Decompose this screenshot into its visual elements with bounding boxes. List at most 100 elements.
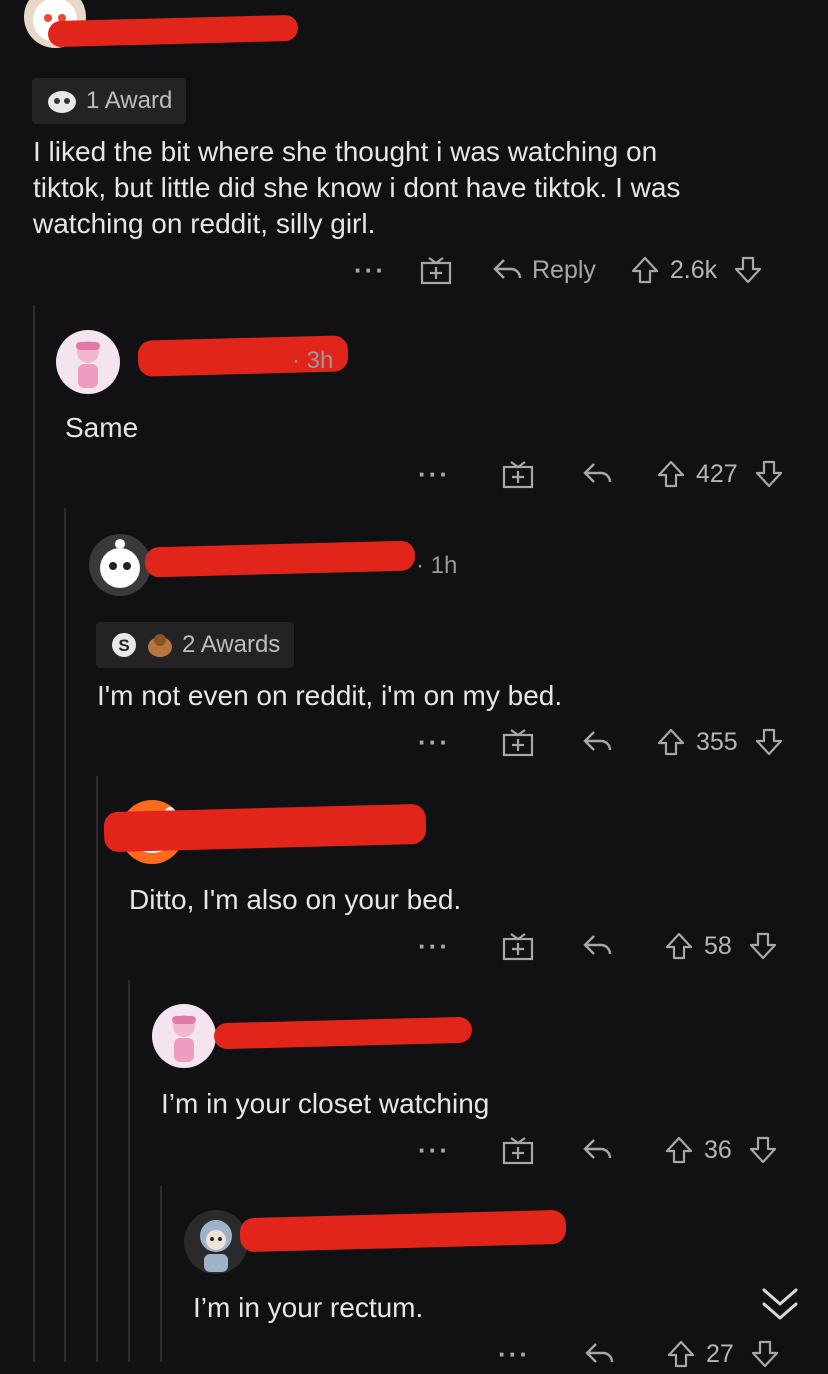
redacted-username [213, 1016, 473, 1050]
comment-body-line: tiktok, but little did she know i dont h… [33, 172, 681, 203]
comment-body-line: Same [65, 412, 139, 443]
reply-icon [493, 259, 522, 279]
reply-icon [583, 731, 612, 751]
upvote-button[interactable] [630, 255, 660, 285]
award-count: 2 Awards [182, 631, 281, 658]
downvote-button[interactable] [748, 931, 778, 961]
comment-body-line: watching on reddit, silly girl. [33, 208, 376, 239]
give-award-button[interactable] [502, 727, 534, 757]
more-options-button[interactable]: ··· [418, 1135, 450, 1166]
redacted-username [47, 14, 299, 48]
comment-body-line: I liked the bit where she thought i was … [33, 136, 658, 167]
more-options-button[interactable]: ··· [354, 255, 386, 286]
vote-score: 2.6k [669, 255, 718, 284]
upvote-icon [657, 728, 685, 756]
downvote-button[interactable] [748, 1135, 778, 1165]
give-award-icon [502, 933, 534, 961]
reply-button[interactable] [582, 1136, 614, 1164]
downvote-icon [751, 1340, 778, 1368]
vote-score: 427 [695, 459, 738, 488]
redacted-username [103, 803, 427, 853]
reply-button[interactable] [584, 1340, 616, 1368]
avatar[interactable] [184, 1210, 248, 1274]
upvote-button[interactable] [664, 931, 694, 961]
downvote-icon [735, 256, 762, 284]
downvote-button[interactable] [754, 727, 784, 757]
more-options-button[interactable]: ··· [498, 1339, 530, 1370]
collapse-chevron-icon [762, 1288, 798, 1320]
comment-actions: ··· 27 [498, 1334, 780, 1374]
reply-icon [583, 935, 612, 955]
downvote-button[interactable] [750, 1339, 780, 1369]
reply-icon [583, 463, 612, 483]
give-award-icon [420, 257, 452, 285]
redacted-username [239, 1209, 567, 1253]
upvote-icon [631, 256, 659, 284]
upvote-icon [667, 1340, 695, 1368]
downvote-button[interactable] [754, 459, 784, 489]
upvote-button[interactable] [656, 459, 686, 489]
vote-score: 27 [705, 1339, 734, 1368]
award-icon [48, 91, 76, 113]
award-badge[interactable]: S 2 Awards [96, 622, 295, 668]
character-avatar-icon [172, 1015, 196, 1062]
comment-time: · 3h [292, 347, 334, 374]
comment-actions: ··· 58 [418, 926, 778, 966]
thread-line[interactable] [33, 305, 35, 1362]
downvote-icon [755, 728, 782, 756]
give-award-icon [502, 1137, 534, 1165]
reply-icon [585, 1343, 614, 1363]
comment-body-line: I’m in your rectum. [193, 1292, 424, 1323]
vote-score: 355 [695, 727, 738, 756]
give-award-icon [502, 729, 534, 757]
downvote-icon [755, 460, 782, 488]
reply-button[interactable] [582, 460, 614, 488]
redacted-username [144, 540, 416, 578]
thread-line[interactable] [128, 980, 130, 1362]
comment-actions: ··· 36 [418, 1130, 778, 1170]
give-award-button[interactable] [420, 255, 452, 285]
award-count: 1 Award [86, 87, 173, 114]
character-avatar-icon [200, 1220, 232, 1272]
more-options-button[interactable]: ··· [418, 727, 450, 758]
upvote-icon [665, 932, 693, 960]
give-award-button[interactable] [502, 931, 534, 961]
award-icon: S [112, 633, 136, 657]
comment-time: · 1h [416, 552, 458, 579]
jump-to-next-button[interactable] [758, 1284, 802, 1324]
comment-body-line: Ditto, I'm also on your bed. [129, 884, 462, 915]
award-icon [148, 634, 172, 657]
more-options-button[interactable]: ··· [418, 459, 450, 490]
give-award-button[interactable] [502, 1135, 534, 1165]
avatar[interactable] [89, 534, 151, 596]
thread-line[interactable] [160, 1186, 162, 1362]
more-options-button[interactable]: ··· [418, 931, 450, 962]
comment-actions: ··· 427 [418, 454, 784, 494]
avatar[interactable] [56, 330, 120, 394]
upvote-button[interactable] [664, 1135, 694, 1165]
reply-button[interactable] [582, 932, 614, 960]
reply-button[interactable]: Reply [492, 256, 596, 285]
upvote-icon [665, 1136, 693, 1164]
avatar[interactable] [152, 1004, 216, 1068]
reply-icon [583, 1139, 612, 1159]
downvote-icon [749, 932, 776, 960]
upvote-icon [657, 460, 685, 488]
upvote-button[interactable] [656, 727, 686, 757]
thread-line[interactable] [96, 776, 98, 1362]
reply-button[interactable] [582, 728, 614, 756]
comment-body-line: I'm not even on reddit, i'm on my bed. [97, 680, 563, 711]
award-badge[interactable]: 1 Award [32, 78, 187, 124]
snoo-avatar-icon [100, 539, 140, 588]
svg-text:S: S [118, 636, 129, 655]
comment-actions: ··· 355 [418, 722, 784, 762]
downvote-icon [749, 1136, 776, 1164]
upvote-button[interactable] [666, 1339, 696, 1369]
give-award-button[interactable] [502, 459, 534, 489]
thread-line[interactable] [64, 508, 66, 1362]
downvote-button[interactable] [733, 255, 763, 285]
reply-label: Reply [531, 255, 596, 284]
vote-score: 58 [703, 931, 732, 960]
character-avatar-icon [76, 341, 100, 388]
vote-score: 36 [703, 1135, 732, 1164]
